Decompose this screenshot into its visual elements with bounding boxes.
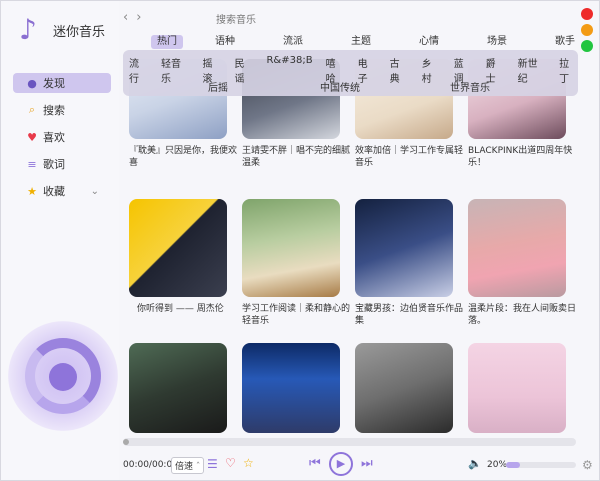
sidebar-item-discover[interactable]: ● 发现 [13,73,111,93]
progress-knob[interactable] [123,439,129,445]
playlist-cover[interactable] [468,199,566,297]
playlist-card[interactable] [355,343,453,433]
volume-slider[interactable] [506,462,576,468]
play-icon: ▶ [336,457,346,470]
tab-mood[interactable]: 心情 [413,35,445,49]
maximize-dot[interactable] [581,40,593,52]
heart-icon[interactable]: ♡ [225,456,236,470]
music-note-icon: ♪ [19,13,37,46]
heart-icon: ♥ [27,130,37,144]
sidebar-item-label: 歌词 [43,158,65,171]
close-dot[interactable] [581,8,593,20]
playlist-card[interactable] [468,343,566,433]
back-arrow-icon[interactable]: ‹ [123,10,136,25]
forward-arrow-icon[interactable]: › [136,10,149,25]
genre-item[interactable]: 电子 [358,55,377,85]
playback-time: 00:00/00:00 [123,460,178,470]
genre-item[interactable]: 中国传统 [320,79,360,94]
playlist-caption[interactable]: 学习工作阅读｜柔和静心的轻音乐 [242,303,352,327]
tab-scene[interactable]: 场景 [481,35,513,49]
genre-item[interactable]: 乡村 [422,55,441,85]
tab-hot[interactable]: 热门 [151,35,183,49]
gear-icon[interactable]: ⚙ [582,458,593,472]
playlist-caption[interactable]: 效率加倍｜学习工作专属轻音乐 [355,145,465,169]
genre-item[interactable]: 轻音乐 [161,55,189,85]
genre-item[interactable]: 民谣 [234,55,253,85]
sidebar-item-collection[interactable]: ★ 收藏 ⌄ [13,181,111,201]
volume-fill [506,462,520,468]
speed-select[interactable]: 倍速 ˆ [171,457,205,474]
volume-label: 20% [487,460,508,470]
genre-item[interactable]: 新世纪 [518,55,546,85]
playlist-cover[interactable] [468,343,566,433]
lyrics-icon: ≡ [27,157,37,171]
speed-label: 倍速 [175,462,194,472]
genre-item[interactable]: 世界音乐 [450,79,490,94]
playlist-caption[interactable]: 你听得到 —— 周杰伦 [129,303,239,315]
genre-item[interactable]: 流行 [129,55,148,85]
playlist-cover[interactable] [355,343,453,433]
star-icon: ★ [27,184,37,198]
playlist-cover[interactable] [129,199,227,297]
playlist-caption[interactable]: 温柔片段：我在人间贩卖日落。 [468,303,578,327]
sidebar: ♪ 迷你音乐 ● 发现 ⌕ 搜索 ♥ 喜欢 ≡ 歌词 ★ 收藏 ⌄ [1,1,119,480]
tab-theme[interactable]: 主题 [345,35,377,49]
tab-singer[interactable]: 歌手 [549,35,581,49]
history-nav: ‹› [123,10,149,25]
playlist-card[interactable]: 宝藏男孩：边伯贤音乐作品集 [355,199,463,327]
minimize-dot[interactable] [581,24,593,36]
sidebar-item-lyrics[interactable]: ≡ 歌词 [13,154,111,174]
app-title: 迷你音乐 [53,25,106,40]
disc-center [49,363,77,391]
star-icon[interactable]: ☆ [243,456,254,470]
app-window: ♪ 迷你音乐 ● 发现 ⌕ 搜索 ♥ 喜欢 ≡ 歌词 ★ 收藏 ⌄ ‹› 搜索音… [0,0,600,481]
volume-icon[interactable]: 🔈 [468,457,482,470]
genre-item[interactable]: 古典 [390,55,409,85]
sidebar-item-label: 收藏 [43,185,65,198]
playlist-icon[interactable]: ☰ [207,457,218,471]
window-controls [581,8,595,56]
search-icon: ⌕ [28,103,36,116]
tab-genre[interactable]: 流派 [277,35,309,49]
playlist-cover[interactable] [242,199,340,297]
playlist-caption[interactable]: 王靖雯不胖｜唱不完的细腻温柔 [242,145,352,169]
playlist-card[interactable] [129,343,227,433]
sidebar-item-label: 发现 [43,77,65,90]
bulb-icon: ● [27,76,37,90]
category-tabs: 热门 语种 流派 主题 心情 场景 歌手 [151,35,581,49]
sidebar-item-favorites[interactable]: ♥ 喜欢 [13,127,111,147]
playlist-card[interactable]: 学习工作阅读｜柔和静心的轻音乐 [242,199,350,327]
previous-icon[interactable]: ⏮ [309,456,321,471]
genre-item[interactable]: 后摇 [208,79,228,94]
playlist-cover[interactable] [129,343,227,433]
genre-panel: 流行 轻音乐 摇滚 民谣 R&#38;B 嘻哈 电子 古典 乡村 蓝调 爵士 新… [123,50,578,96]
playlist-cover[interactable] [242,343,340,433]
sidebar-item-label: 搜索 [43,104,65,117]
playlist-card[interactable]: 温柔片段：我在人间贩卖日落。 [468,199,576,327]
playlist-caption[interactable]: 『耽美』只因是你，我便欢喜 [129,145,239,169]
playlist-caption[interactable]: BLACKPINK出道四周年快乐！ [468,145,578,169]
sidebar-item-label: 喜欢 [43,131,65,144]
sidebar-item-search[interactable]: ⌕ 搜索 [13,100,111,120]
sidebar-nav: ● 发现 ⌕ 搜索 ♥ 喜欢 ≡ 歌词 ★ 收藏 ⌄ [13,73,111,208]
tab-language[interactable]: 语种 [209,35,241,49]
search-input[interactable]: 搜索音乐 [216,11,256,26]
playlist-card[interactable]: 你听得到 —— 周杰伦 [129,199,227,315]
next-icon[interactable]: ⏭ [361,456,373,471]
genre-item[interactable]: R&#38;B [266,55,312,85]
playback-progress[interactable] [123,438,576,446]
chevron-down-icon[interactable]: ⌄ [91,186,99,197]
play-button[interactable]: ▶ [329,452,353,476]
chevron-up-icon: ˆ [195,462,201,472]
playlist-card[interactable] [242,343,340,433]
playlist-caption[interactable]: 宝藏男孩：边伯贤音乐作品集 [355,303,465,327]
genre-item[interactable]: 拉丁 [559,55,578,85]
playlist-cover[interactable] [355,199,453,297]
